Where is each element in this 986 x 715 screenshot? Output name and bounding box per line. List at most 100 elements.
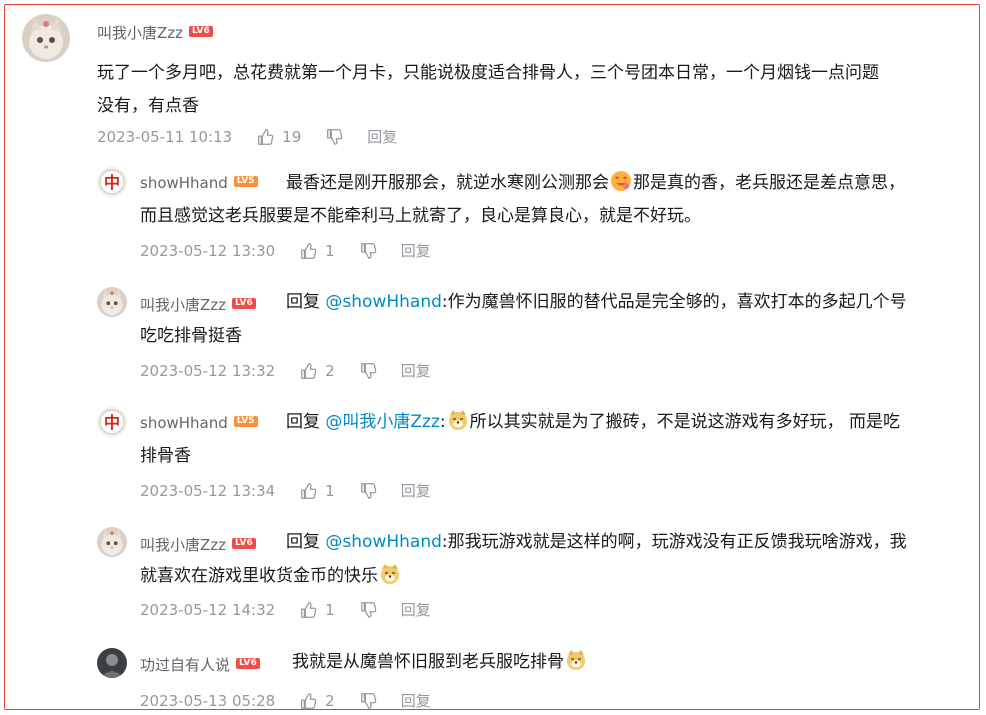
thumbs-down-icon (360, 692, 377, 709)
username-text[interactable]: showHhand (140, 174, 228, 192)
level-badge: LV5 (233, 176, 258, 187)
reply-button[interactable]: 回复 (401, 690, 431, 711)
username[interactable]: showHhand LV5 (140, 414, 258, 432)
comment-meta: 2023-05-12 14:32 1 回复 (140, 599, 431, 620)
thumbs-up-icon (301, 601, 317, 618)
comment-text: 回复 @showHhand:那我玩游戏就是这样的啊，玩游戏没有正反馈我玩啥游戏，… (286, 526, 976, 559)
thumbs-down-icon (360, 482, 377, 499)
thumbs-up-icon (301, 242, 317, 259)
comment-text-line2: 吃吃排骨挺香 (140, 320, 970, 353)
comment-segment: : (439, 412, 446, 432)
username[interactable]: showHhand LV5 (140, 174, 258, 192)
comment-segment: 那是真的香，老兵服还是差点意思， (633, 173, 905, 193)
username[interactable]: 叫我小唐Zzz LV6 (140, 294, 256, 315)
doge-emoji-icon (381, 564, 399, 584)
comment-line: 没有，有点香 (97, 96, 199, 116)
reply-button[interactable]: 回复 (367, 126, 397, 147)
level-badge: LV6 (232, 538, 256, 549)
like-count: 2 (325, 361, 335, 380)
comment-meta: 2023-05-12 13:32 2 回复 (140, 360, 431, 381)
like-button[interactable]: 1 (299, 482, 335, 500)
username-text[interactable]: 叫我小唐Zzz (97, 24, 183, 42)
timestamp: 2023-05-12 14:32 (140, 600, 276, 619)
mention-link[interactable]: @showHhand (325, 292, 441, 312)
level-badge: LV6 (236, 658, 260, 669)
comment-segment: 最香还是刚开服那会，就逆水寒刚公测那会 (286, 173, 609, 193)
username-text[interactable]: 叫我小唐Zzz (140, 296, 226, 314)
comment-segment: :那我玩游戏就是这样的啊，玩游戏没有正反馈我玩啥游戏，我 (441, 532, 907, 552)
reply-button[interactable]: 回复 (401, 240, 431, 261)
dislike-button[interactable] (359, 482, 377, 500)
reply-button[interactable]: 回复 (401, 360, 431, 381)
comment-meta: 2023-05-13 05:28 2 回复 (140, 690, 431, 711)
avatar[interactable]: 中 (97, 167, 127, 197)
mention-link[interactable]: @叫我小唐Zzz (325, 412, 440, 432)
like-button[interactable]: 1 (299, 601, 335, 619)
doge-emoji-icon (448, 410, 467, 430)
comment-segment: :作为魔兽怀旧服的替代品是完全够的，喜欢打本的多起几个号 (441, 292, 907, 312)
reply-prefix: 回复 (286, 292, 320, 312)
thumbs-down-icon (360, 362, 377, 379)
timestamp: 2023-05-13 05:28 (140, 691, 276, 710)
username-text[interactable]: 功过自有人说 (140, 656, 230, 674)
like-count: 1 (325, 600, 335, 619)
thumbs-up-icon (301, 362, 317, 379)
like-count: 1 (325, 481, 335, 500)
comment-line: 玩了一个多月吧，总花费就第一个月卡，只能说极度适合排骨人，三个号团本日常，一个月… (97, 63, 879, 83)
like-button[interactable]: 19 (256, 128, 301, 146)
avatar[interactable] (97, 527, 127, 557)
comment-segment: 就喜欢在游戏里收货金币的快乐 (140, 566, 378, 586)
dislike-button[interactable] (359, 362, 377, 380)
dislike-button[interactable] (359, 692, 377, 710)
dislike-button[interactable] (325, 128, 343, 146)
reply-prefix: 回复 (286, 532, 320, 552)
like-count: 1 (325, 241, 335, 260)
comment-segment: 我就是从魔兽怀旧服到老兵服吃排骨 (292, 652, 564, 672)
comment-text: 最香还是刚开服那会，就逆水寒刚公测那会 那是真的香，老兵服还是差点意思， (286, 167, 966, 200)
timestamp: 2023-05-11 10:13 (97, 127, 233, 146)
comment-segment: 而且感觉这老兵服要是不能牵利马上就寄了，良心是算良心，就是不好玩。 (140, 206, 701, 226)
comment-meta: 2023-05-12 13:34 1 回复 (140, 480, 431, 501)
dislike-button[interactable] (359, 601, 377, 619)
doge-emoji-icon (567, 650, 585, 670)
comment-text: 回复 @showHhand:作为魔兽怀旧服的替代品是完全够的，喜欢打本的多起几个… (286, 286, 976, 319)
svg-text:中: 中 (104, 413, 120, 432)
comment-text-line2: 就喜欢在游戏里收货金币的快乐 (140, 560, 970, 593)
avatar[interactable] (97, 648, 127, 678)
username[interactable]: 叫我小唐Zzz LV6 (140, 534, 256, 555)
timestamp: 2023-05-12 13:30 (140, 241, 276, 260)
svg-text:中: 中 (104, 173, 120, 192)
thumbs-up-icon (301, 692, 317, 709)
like-button[interactable]: 2 (299, 692, 335, 710)
like-count: 2 (325, 691, 335, 710)
like-button[interactable]: 1 (299, 242, 335, 260)
comment-text: 回复 @叫我小唐Zzz: 所以其实就是为了搬砖，不是说这游戏有多好玩， 而是吃 (286, 406, 976, 439)
love-face-emoji-icon (611, 171, 631, 191)
username-text[interactable]: showHhand (140, 414, 228, 432)
comment-segment: 排骨香 (140, 446, 191, 466)
like-button[interactable]: 2 (299, 362, 335, 380)
thumbs-down-icon (360, 601, 377, 618)
username[interactable]: 功过自有人说 LV6 (140, 654, 260, 675)
thumbs-down-icon (327, 128, 343, 145)
comment-text-line2: 排骨香 (140, 440, 970, 473)
comment-meta: 2023-05-12 13:30 1 回复 (140, 240, 431, 261)
username-text[interactable]: 叫我小唐Zzz (140, 536, 226, 554)
thumbs-up-icon (258, 128, 274, 145)
level-badge: LV6 (232, 298, 256, 309)
comment-text-line2: 而且感觉这老兵服要是不能牵利马上就寄了，良心是算良心，就是不好玩。 (140, 200, 970, 233)
dislike-button[interactable] (359, 242, 377, 260)
mention-link[interactable]: @showHhand (325, 532, 441, 552)
avatar[interactable]: 中 (97, 407, 127, 437)
comment-segment: 所以其实就是为了搬砖，不是说这游戏有多好玩， 而是吃 (469, 412, 901, 432)
avatar[interactable] (97, 287, 127, 317)
level-badge: LV6 (189, 26, 213, 37)
reply-button[interactable]: 回复 (401, 480, 431, 501)
reply-button[interactable]: 回复 (401, 599, 431, 620)
comment-text: 我就是从魔兽怀旧服到老兵服吃排骨 (292, 646, 972, 679)
username[interactable]: 叫我小唐Zzz LV6 (97, 22, 213, 43)
thumbs-up-icon (301, 482, 317, 499)
comment-segment: 吃吃排骨挺香 (140, 326, 242, 346)
timestamp: 2023-05-12 13:32 (140, 361, 276, 380)
avatar[interactable] (22, 14, 70, 62)
